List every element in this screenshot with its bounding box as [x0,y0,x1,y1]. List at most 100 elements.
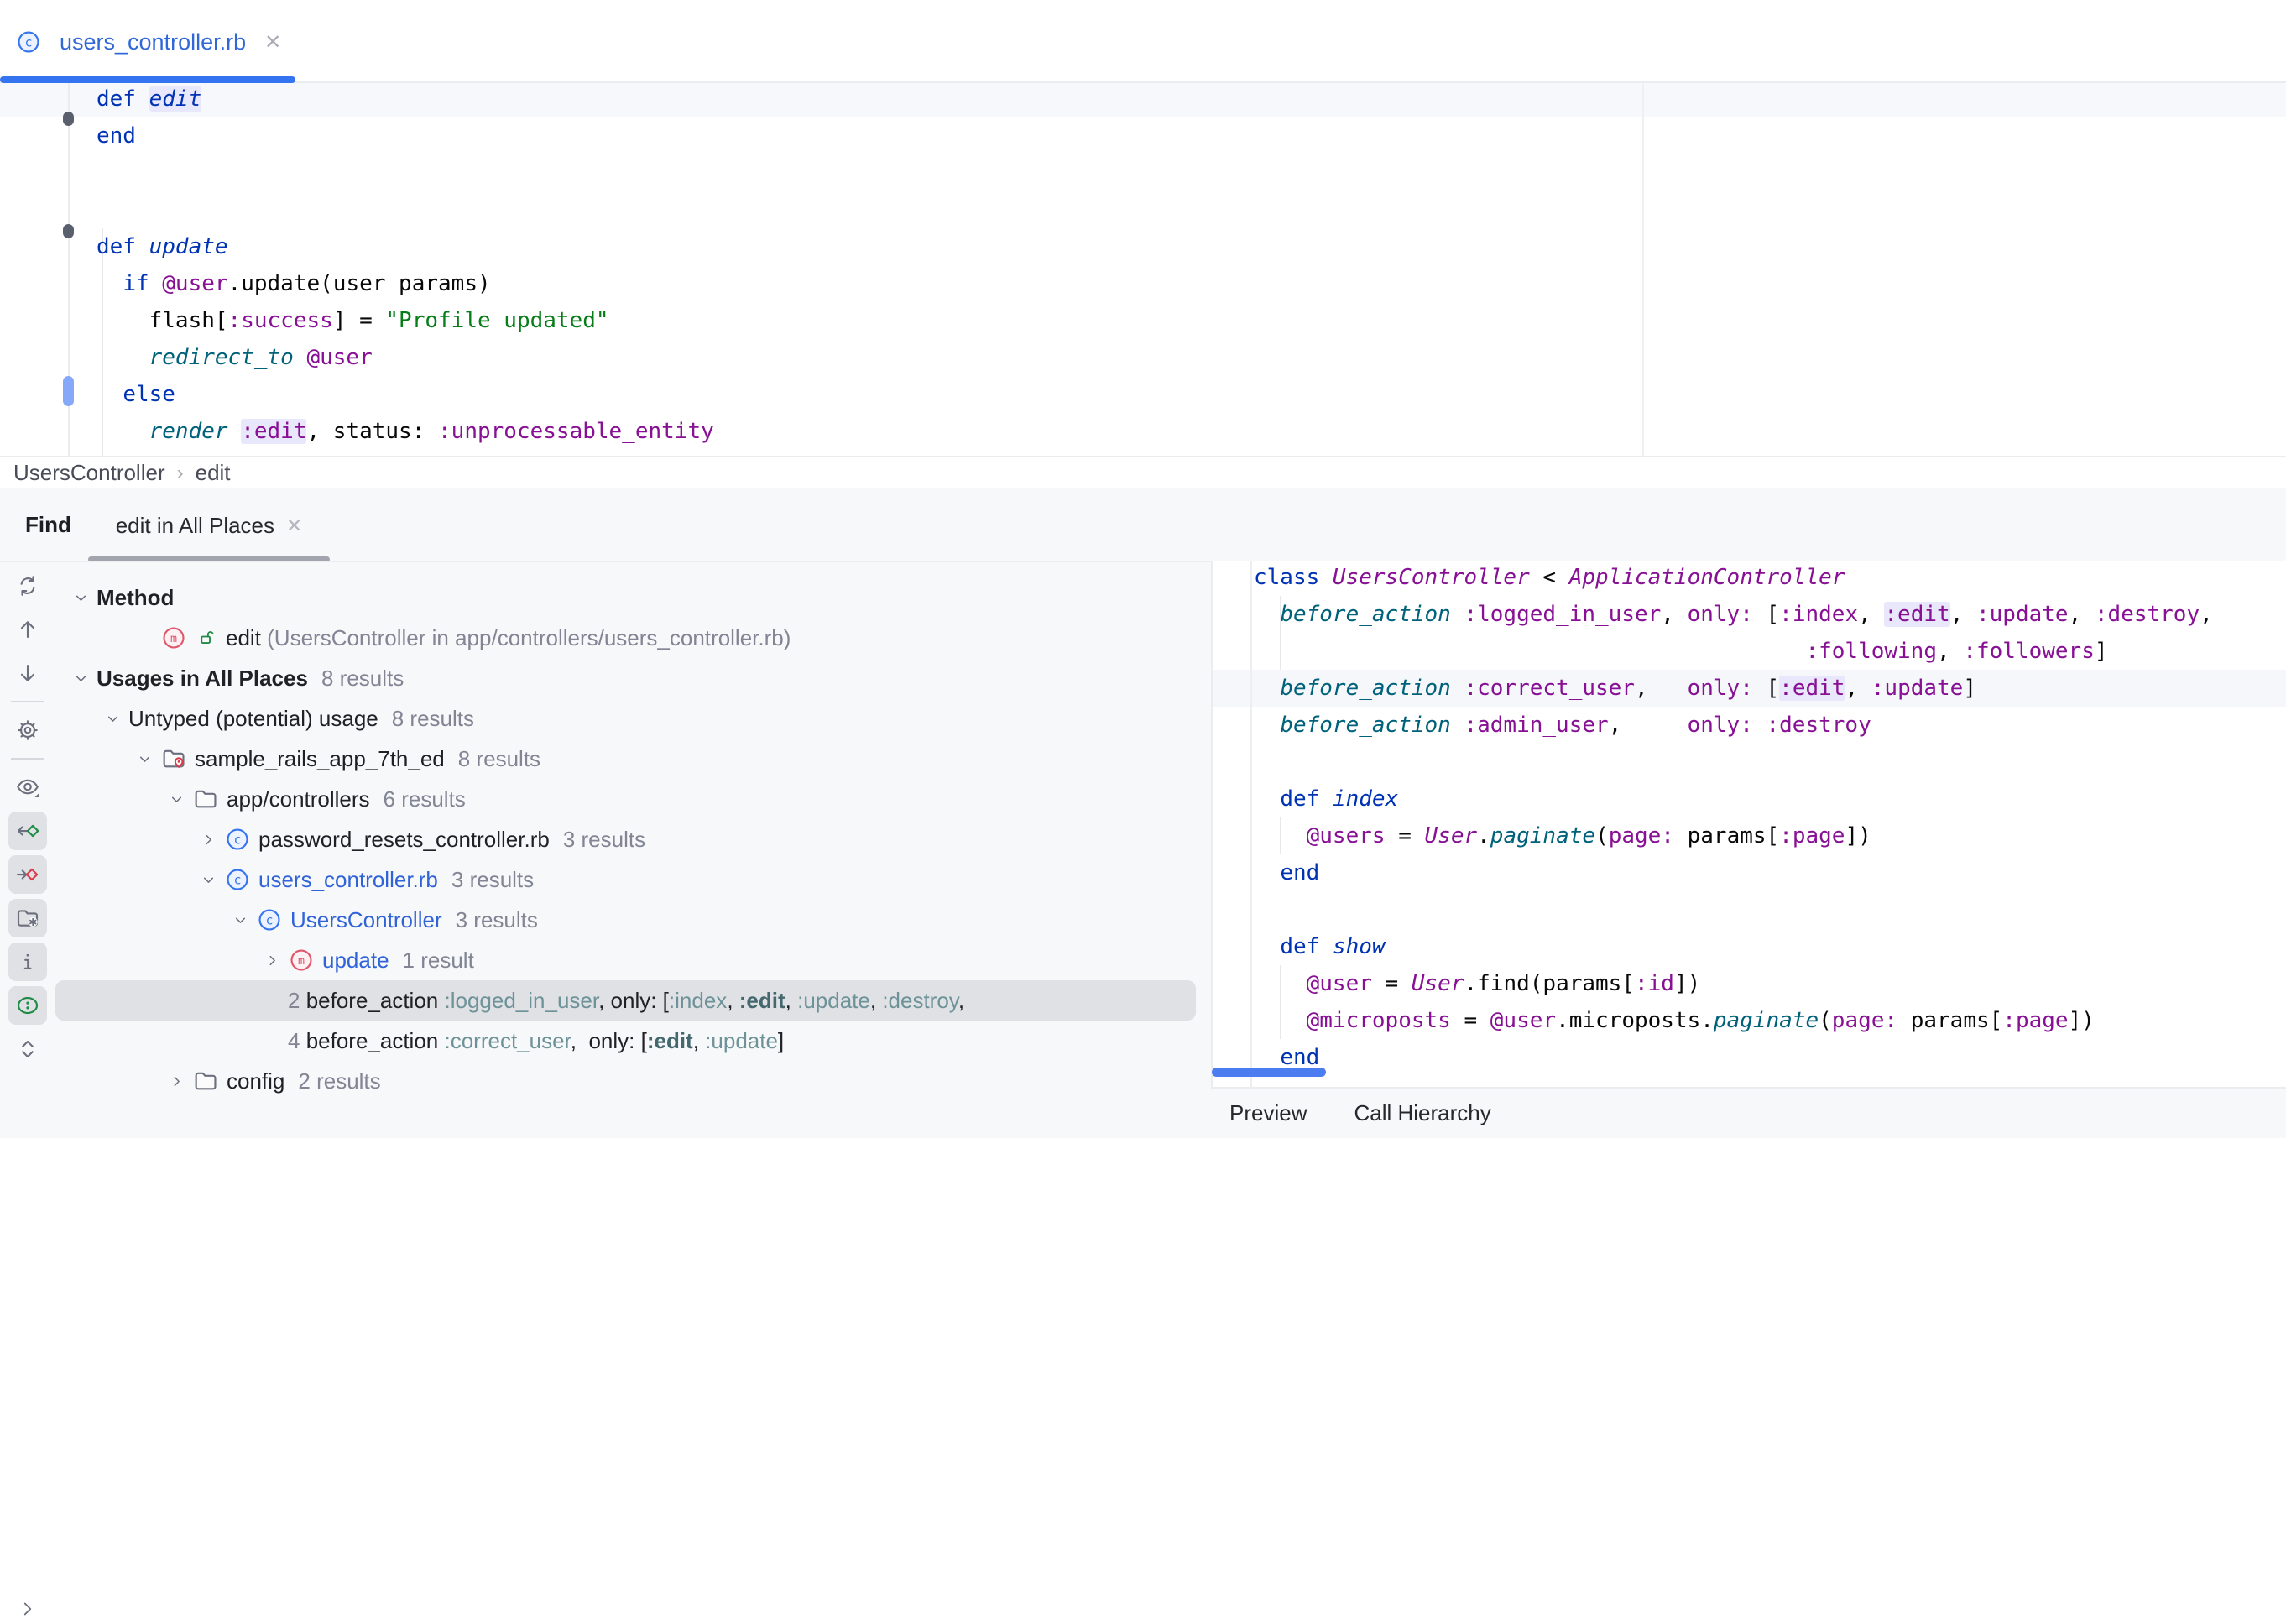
tree-row-label: edit (UsersController in app/controllers… [226,625,791,651]
tree-row-label: sample_rails_app_7th_ed [195,746,445,772]
preview-editor[interactable]: class UsersController < ApplicationContr… [1213,561,2286,1087]
code-line: end [97,450,714,456]
tab-edit-in-all-places[interactable]: edit in All Places ✕ [88,488,330,562]
preview-usages-button[interactable] [8,765,47,809]
result-count: 6 results [384,786,466,812]
code-line [1254,891,2213,928]
tab-preview[interactable]: Preview [1229,1100,1307,1126]
arrow-down-icon [15,661,40,686]
arrow-up-icon [15,617,40,642]
code-line: @users = User.paginate(page: params[:pag… [1254,817,2213,854]
previous-occurrence-button[interactable] [8,608,47,651]
chevron-right-icon[interactable] [160,1073,192,1090]
tree-row[interactable]: mupdate 1 result [55,940,1211,980]
code-line: before_action :correct_user, only: [:edi… [1254,670,2213,707]
find-tool-window-title: Find [25,512,71,538]
code-line: def edit [97,83,714,117]
group-by-button[interactable] [8,899,47,937]
tree-row[interactable]: cusers_controller.rb3 results [55,859,1211,900]
tree-row-label: app/controllers [227,786,370,812]
tree-row[interactable]: cpassword_resets_controller.rb3 results [55,819,1211,859]
tree-row[interactable]: Method [55,577,1211,618]
result-count: 8 results [392,706,474,732]
horizontal-scrollbar-thumb[interactable] [1212,1068,1326,1077]
find-toolbar [0,564,55,1071]
eye-icon [15,775,40,800]
tree-row-label: users_controller.rb [258,867,438,893]
result-count: 1 result [403,948,474,974]
breadcrumb-item-class[interactable]: UsersController [13,460,165,486]
result-count: 8 results [458,746,540,772]
chevron-down-icon[interactable] [65,589,97,607]
ruby-method-icon: m [288,947,315,974]
gutter-marker[interactable] [63,224,74,238]
tree-row[interactable]: config 2 results [55,1061,1211,1101]
find-tab-close-icon[interactable]: ✕ [286,514,302,537]
tree-row-selected[interactable]: 2 before_action :logged_in_user, only: [… [55,980,1196,1021]
non-code-usages-button[interactable] [8,986,47,1025]
tree-row[interactable]: 4 before_action :correct_user, only: [:e… [55,1021,1211,1061]
editor-tab-bar: c users_controller.rb ✕ [0,0,2286,83]
tab-call-hierarchy[interactable]: Call Hierarchy [1354,1100,1490,1126]
chevron-down-icon[interactable] [65,670,97,687]
tab-label: users_controller.rb [60,29,246,55]
rerun-search-button[interactable] [8,564,47,608]
chevron-down-icon[interactable] [192,871,224,889]
read-access-icon [15,818,40,843]
read-access-filter-button[interactable] [8,812,47,850]
write-access-filter-button[interactable] [8,855,47,894]
code-line: def update [97,228,714,265]
svg-text:c: c [266,913,274,927]
tree-row-label: UsersController [290,907,442,933]
result-count: 2 results [298,1068,380,1094]
chevron-right-icon[interactable] [192,831,224,849]
code-line [97,191,714,228]
code-editor[interactable]: def edit end def update if @user.update(u… [0,83,2286,456]
gutter-separator [1250,561,1252,1087]
gutter-marker[interactable] [63,112,74,126]
svg-text:m: m [170,633,177,645]
gutter-marker-blue[interactable] [63,376,74,406]
module-folder-icon [160,745,187,772]
chevron-down-icon[interactable] [97,710,128,728]
tree-row-label: password_resets_controller.rb [258,827,550,853]
code-line: @microposts = @user.microposts.paginate(… [1254,1002,2213,1039]
next-occurrence-button[interactable] [8,651,47,695]
chevron-down-icon[interactable] [160,791,192,808]
folder-icon [192,786,219,812]
settings-button[interactable] [8,708,47,752]
refresh-icon [15,573,40,598]
tree-row-label: Untyped (potential) usage [128,706,378,732]
ruby-class-icon: c [256,906,283,933]
code-line: if @user.update(user_params) [97,265,714,302]
tab-users-controller[interactable]: c users_controller.rb ✕ [15,15,281,69]
chevron-down-icon[interactable] [224,911,256,929]
chevron-down-icon[interactable] [128,750,160,768]
tree-row[interactable]: cUsersController3 results [55,900,1211,940]
code-line: class UsersController < ApplicationContr… [1254,561,2213,596]
tree-row[interactable]: Usages in All Places8 results [55,658,1211,698]
tree-row[interactable]: app/controllers 6 results [55,779,1211,819]
tree-row-label: update [322,948,389,974]
tree-row-label: 4 before_action :correct_user, only: [:e… [288,1028,784,1054]
tree-row[interactable]: m edit (UsersController in app/controller… [55,618,1211,658]
code-line: end [1254,854,2213,891]
expand-all-icon [15,1037,40,1062]
info-icon [15,949,40,974]
chevron-right-icon[interactable] [256,952,288,969]
tree-row[interactable]: Untyped (potential) usage 8 results [55,698,1211,739]
show-import-statements-button[interactable] [8,943,47,981]
tree-row-label: config [227,1068,284,1094]
svg-text:c: c [25,35,33,50]
non-code-usages-icon [15,993,40,1018]
breadcrumb-item-method[interactable]: edit [196,460,231,486]
preview-code: class UsersController < ApplicationContr… [1254,561,2213,1076]
right-margin-guide [1642,83,1644,456]
code-line: before_action :logged_in_user, only: [:i… [1254,596,2213,633]
code-line: :following, :followers] [1254,633,2213,670]
tree-row[interactable]: sample_rails_app_7th_ed 8 results [55,739,1211,779]
chevron-right-icon[interactable] [17,1598,39,1624]
expand-all-button[interactable] [8,1027,47,1071]
svg-text:c: c [234,833,242,847]
tab-close-icon[interactable]: ✕ [264,30,281,55]
